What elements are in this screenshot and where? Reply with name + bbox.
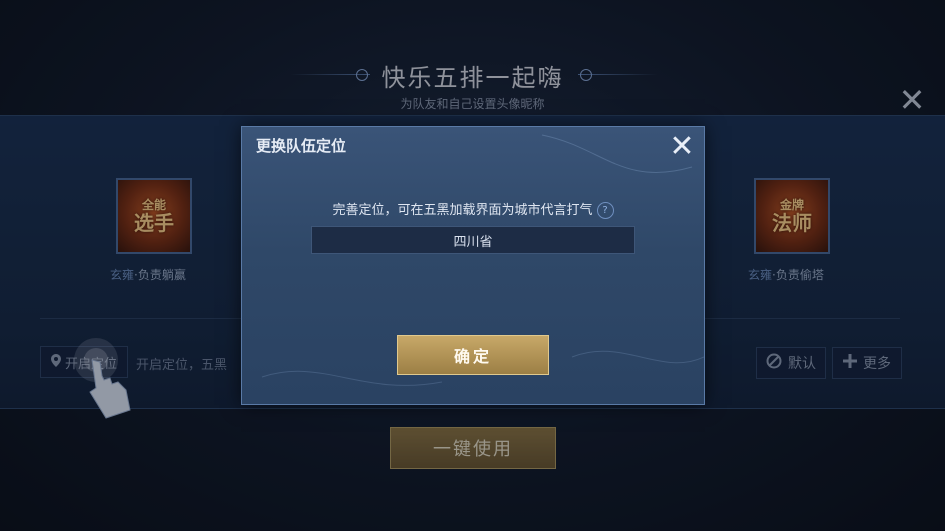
dialog-title: 更换队伍定位 [256,137,347,155]
help-icon[interactable]: ? [596,202,614,219]
change-team-location-dialog: 更换队伍定位 ✕ 完善定位，可在五黑加载界面为城市代言打气? 四川省 确定 [241,126,705,405]
location-field[interactable]: 四川省 [311,226,635,254]
team-setup-screen: 快乐五排一起嗨 为队友和自己设置头像昵称 ✕ 全能 选手 玄雍·负责躺赢 金牌 … [0,0,945,531]
dialog-message-text: 完善定位，可在五黑加载界面为城市代言打气 [332,203,593,218]
confirm-button[interactable]: 确定 [397,335,549,375]
dialog-message: 完善定位，可在五黑加载界面为城市代言打气? [242,199,704,219]
close-icon[interactable]: ✕ [666,131,698,163]
